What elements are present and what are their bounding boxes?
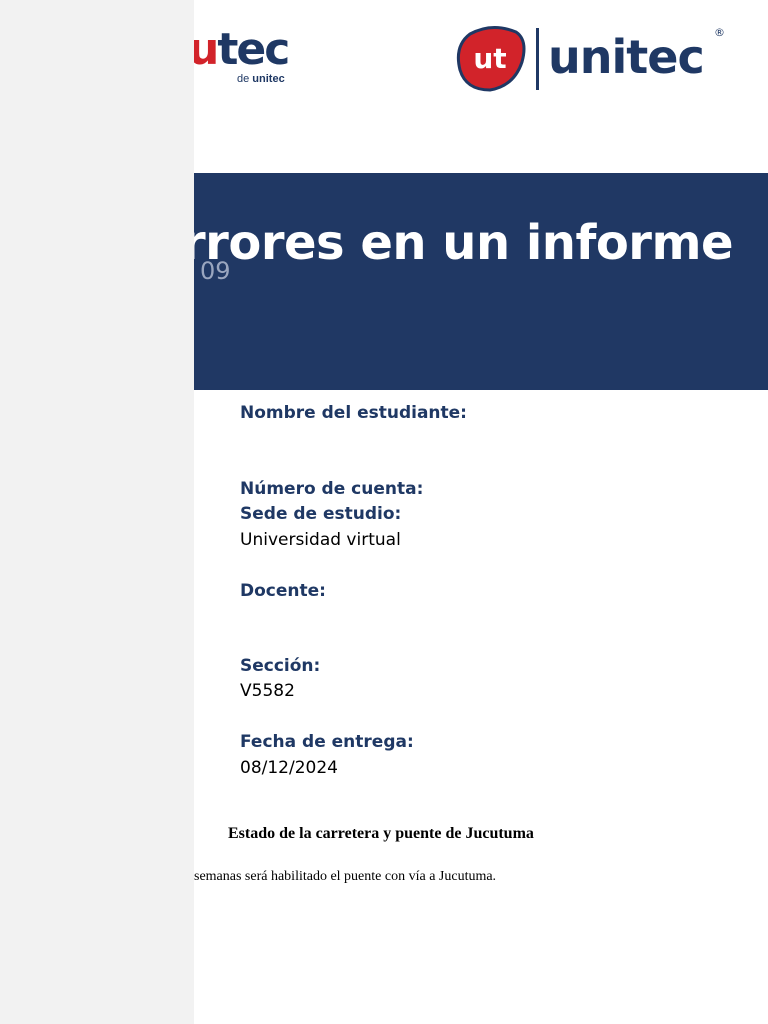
big-logo-wordmark: unitec [548,30,705,84]
small-logo-wordmark: utec [194,28,290,72]
delivery-date-value: 08/12/2024 [240,758,338,778]
document-page: utec de unitec ut unitec ® 09 rrores en … [194,0,768,1024]
big-unitec-logo: ut unitec ® [456,24,728,94]
student-name-label: Nombre del estudiante: [240,403,467,423]
small-logo-red-letter: u [194,24,219,75]
unitec-badge-icon: ut [456,26,526,92]
teacher-label: Docente: [240,581,326,601]
small-logo-subtitle: de unitec [237,73,285,85]
left-gray-panel [0,0,194,1024]
delivery-date-label: Fecha de entrega: [240,732,414,752]
document-heading: Estado de la carretera y puente de Jucut… [228,825,534,842]
section-label: Sección: [240,656,321,676]
campus-label: Sede de estudio: [240,504,402,524]
title-banner: 09 rrores en un informe [194,173,768,390]
account-number-label: Número de cuenta: [240,479,424,499]
document-body-text: semanas será habilitado el puente con ví… [194,869,497,884]
logo-divider [536,28,539,90]
badge-letters: ut [473,42,506,75]
registered-mark: ® [714,26,725,39]
section-value: V5582 [240,681,295,701]
small-unitec-logo: utec de unitec [194,28,304,88]
small-logo-sub-brand: unitec [252,73,285,85]
small-logo-sub-prefix: de [237,73,253,85]
campus-value: Universidad virtual [240,530,401,550]
page-title: rrores en un informe [194,215,734,271]
small-logo-blue-letters: tec [217,24,290,75]
